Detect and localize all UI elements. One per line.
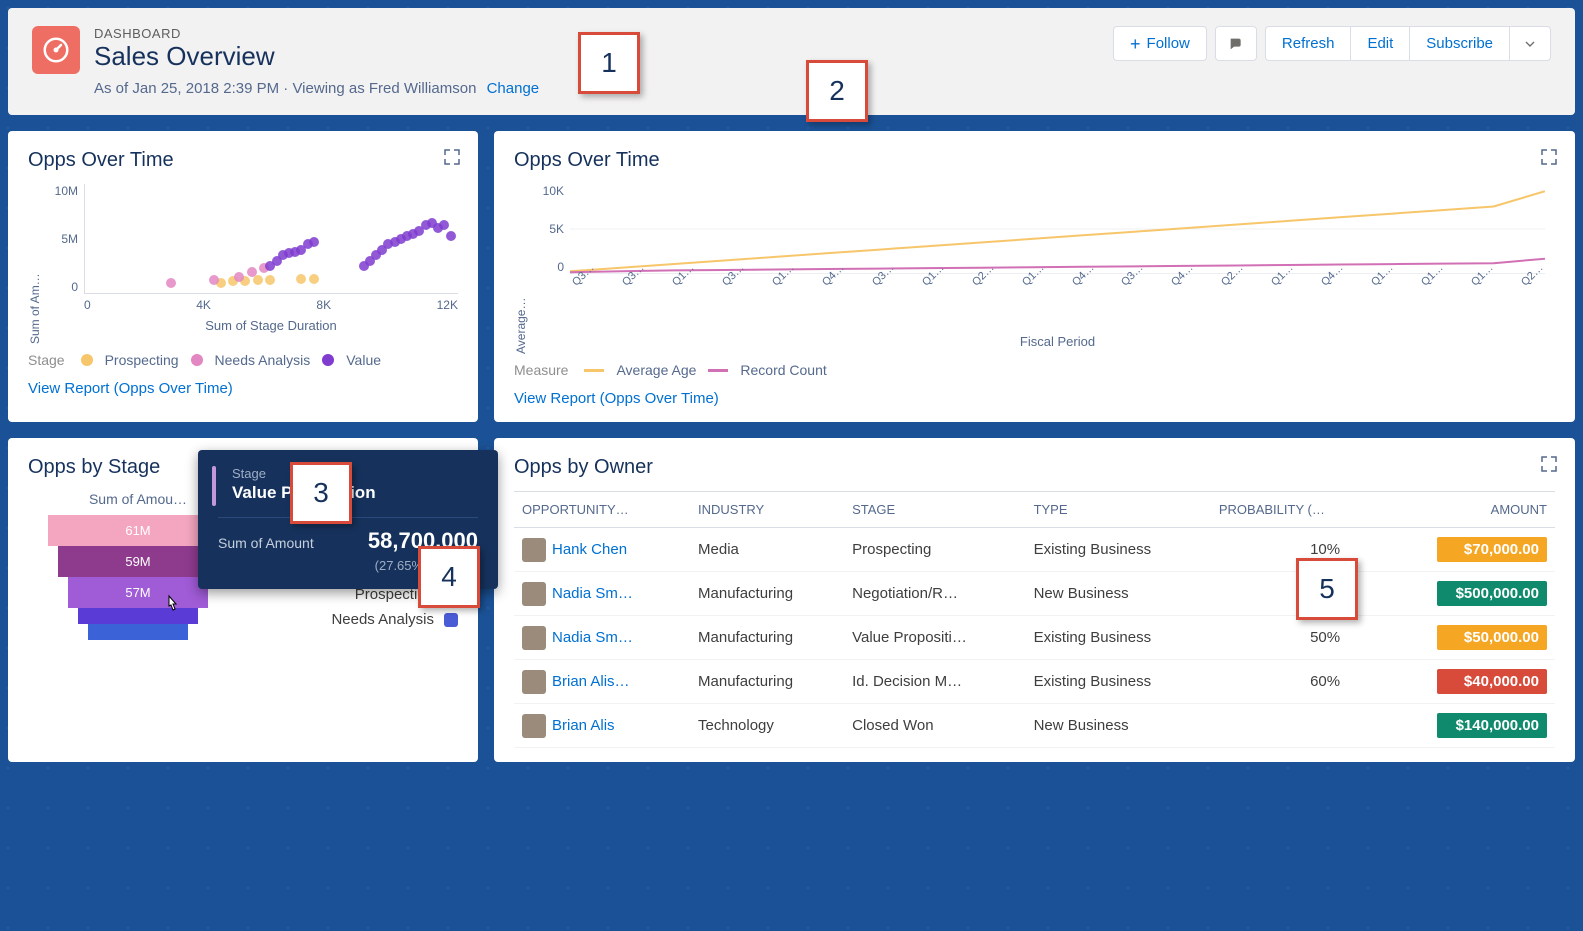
y-ticks: 10K5K0: [534, 184, 564, 274]
scatter-point[interactable]: [247, 267, 257, 277]
avatar: [522, 626, 546, 650]
funnel-segment[interactable]: 59M: [58, 546, 218, 577]
dashboard-icon: [32, 26, 80, 74]
card-opps-by-owner: Opps by Owner OPPORTUNITY…INDUSTRYSTAGET…: [494, 438, 1575, 762]
scatter-point[interactable]: [309, 274, 319, 284]
callout-2: 2: [806, 60, 868, 122]
y-axis-label: Sum of Am…: [28, 184, 42, 344]
refresh-button[interactable]: Refresh: [1265, 26, 1352, 61]
line-plot[interactable]: [570, 184, 1545, 274]
header-actions: + Follow Refresh Edit Subscribe: [1113, 26, 1551, 61]
table-row[interactable]: Nadia Sm…ManufacturingNegotiation/R…New …: [514, 572, 1555, 616]
table-row[interactable]: Brian Alis…ManufacturingId. Decision M…E…: [514, 660, 1555, 704]
callout-5: 5: [1296, 558, 1358, 620]
scatter-point[interactable]: [296, 274, 306, 284]
change-link[interactable]: Change: [487, 80, 540, 97]
table-row[interactable]: Hank ChenMediaProspectingExisting Busine…: [514, 528, 1555, 572]
owner-cell[interactable]: Brian Alis…: [514, 660, 690, 704]
card-opps-by-stage: Opps by Stage Sum of Amou… 61M59M57M Id.…: [8, 438, 478, 762]
column-header[interactable]: OPPORTUNITY…: [514, 492, 690, 528]
opportunities-table: OPPORTUNITY…INDUSTRYSTAGETYPEPROBABILITY…: [514, 491, 1555, 748]
follow-button[interactable]: + Follow: [1113, 26, 1207, 61]
funnel-segment[interactable]: [88, 624, 188, 640]
expand-icon[interactable]: [444, 149, 460, 170]
avatar: [522, 582, 546, 606]
y-axis-label: Average…: [514, 184, 528, 354]
edit-button[interactable]: Edit: [1350, 26, 1410, 61]
avatar: [522, 714, 546, 738]
y-ticks: 10M5M0: [48, 184, 78, 294]
subscribe-button[interactable]: Subscribe: [1409, 26, 1510, 61]
column-header[interactable]: TYPE: [1026, 492, 1211, 528]
scatter-point[interactable]: [446, 231, 456, 241]
scatter-plot[interactable]: [84, 184, 458, 294]
callout-4: 4: [418, 546, 480, 608]
card-title: Opps Over Time: [514, 149, 1555, 172]
table-row[interactable]: Brian AlisTechnologyClosed WonNew Busine…: [514, 704, 1555, 748]
owner-cell[interactable]: Brian Alis: [514, 704, 690, 748]
header-subtitle: As of Jan 25, 2018 2:39 PM · Viewing as …: [94, 80, 539, 97]
x-axis-label: Fiscal Period: [570, 334, 1545, 349]
chatter-icon-button[interactable]: [1215, 26, 1257, 61]
callout-3: 3: [290, 462, 352, 524]
column-header[interactable]: INDUSTRY: [690, 492, 844, 528]
legend: Measure Average Age Record Count: [514, 362, 1555, 378]
page-title: Sales Overview: [94, 41, 539, 72]
scatter-point[interactable]: [265, 275, 275, 285]
expand-icon[interactable]: [1541, 456, 1557, 477]
scatter-point[interactable]: [166, 278, 176, 288]
card-opps-over-time-scatter: Opps Over Time Sum of Am… 10M5M0 04K8K12…: [8, 131, 478, 422]
dashboard-header: DASHBOARD Sales Overview As of Jan 25, 2…: [8, 8, 1575, 115]
table-row[interactable]: Nadia Sm…ManufacturingValue Propositi…Ex…: [514, 616, 1555, 660]
owner-cell[interactable]: Hank Chen: [514, 528, 690, 572]
more-actions-button[interactable]: [1509, 26, 1551, 61]
scatter-point[interactable]: [439, 220, 449, 230]
scatter-point[interactable]: [309, 237, 319, 247]
legend: Stage Prospecting Needs Analysis Value: [28, 352, 458, 368]
header-label: DASHBOARD: [94, 26, 539, 41]
column-header[interactable]: STAGE: [844, 492, 1025, 528]
x-ticks: Q3…Q3…Q1…Q3…Q1…Q4…Q3…Q1…Q2…Q1…Q4…Q3…Q4…Q…: [570, 280, 1545, 292]
x-axis-label: Sum of Stage Duration: [84, 318, 458, 333]
avatar: [522, 670, 546, 694]
callout-1: 1: [578, 32, 640, 94]
card-title: Opps Over Time: [28, 149, 458, 172]
cursor-icon: [162, 594, 182, 621]
card-title: Opps by Owner: [514, 456, 1555, 479]
scatter-point[interactable]: [253, 275, 263, 285]
funnel-segment[interactable]: 57M: [68, 577, 208, 608]
owner-cell[interactable]: Nadia Sm…: [514, 616, 690, 660]
owner-cell[interactable]: Nadia Sm…: [514, 572, 690, 616]
view-report-link[interactable]: View Report (Opps Over Time): [28, 380, 233, 397]
x-ticks: 04K8K12K: [84, 298, 458, 312]
expand-icon[interactable]: [1541, 149, 1557, 170]
card-opps-over-time-line: Opps Over Time Average… 10K5K0: [494, 131, 1575, 422]
column-header[interactable]: AMOUNT: [1380, 492, 1555, 528]
avatar: [522, 538, 546, 562]
column-header[interactable]: PROBABILITY (…: [1211, 492, 1380, 528]
view-report-link[interactable]: View Report (Opps Over Time): [514, 390, 719, 407]
